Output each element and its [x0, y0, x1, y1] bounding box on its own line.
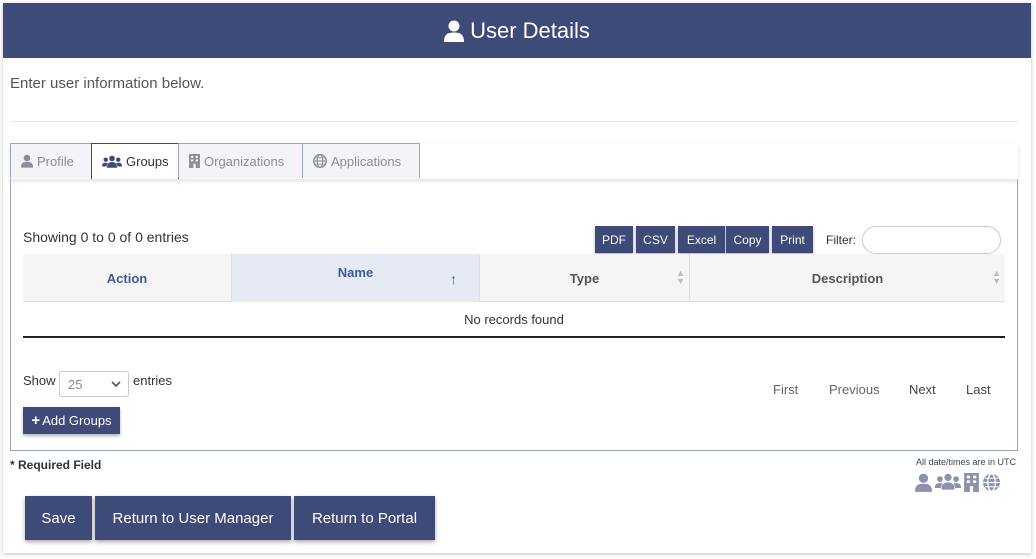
required-field-note: * Required Field: [10, 458, 102, 472]
column-header-description-label: Description: [811, 270, 884, 286]
user-icon: [915, 473, 932, 492]
page-size-select[interactable]: 25: [59, 371, 129, 397]
empty-row: No records found: [23, 302, 1005, 338]
pagination-first[interactable]: First: [773, 382, 798, 397]
page-header: User Details: [3, 3, 1031, 58]
entries-label: entries: [133, 373, 173, 388]
intro-text: Enter user information below.: [10, 75, 205, 92]
tab-applications-label: Applications: [331, 153, 402, 169]
sort-ascending-icon: ↑: [450, 271, 457, 287]
return-to-portal-button[interactable]: Return to Portal: [294, 496, 435, 540]
table-info: Showing 0 to 0 of 0 entries: [23, 229, 189, 245]
return-to-user-manager-button[interactable]: Return to User Manager: [95, 496, 291, 540]
tab-groups-label: Groups: [126, 154, 169, 169]
building-icon: [964, 473, 979, 492]
pagination-last[interactable]: Last: [966, 382, 991, 397]
tab-bar: Profile Groups Organizations Application…: [10, 143, 1018, 179]
tab-groups[interactable]: Groups: [91, 143, 179, 179]
column-header-name[interactable]: Name ↑: [232, 254, 480, 302]
divider: [10, 121, 1018, 122]
column-header-action[interactable]: Action: [23, 254, 232, 302]
column-header-type[interactable]: Type ▲ ▼: [480, 254, 690, 302]
column-header-name-label: Name: [337, 265, 374, 280]
sort-icon: ▲ ▼: [992, 268, 1001, 286]
users-icon: [935, 473, 961, 490]
show-label: Show: [23, 373, 56, 388]
tab-profile-label: Profile: [37, 153, 74, 169]
building-icon: [189, 154, 200, 168]
utc-note: All date/times are in UTC: [915, 457, 1016, 467]
tab-profile[interactable]: Profile: [10, 143, 92, 178]
add-groups-label: Add Groups: [42, 413, 112, 428]
add-groups-button[interactable]: + Add Groups: [23, 407, 120, 434]
tab-applications[interactable]: Applications: [302, 143, 420, 178]
globe-icon: [982, 473, 1001, 492]
empty-message: No records found: [464, 311, 564, 327]
groups-table: Action Name ↑ Type ▲ ▼ Description ▲ ▼ No …: [23, 254, 1005, 338]
page-title: User Details: [470, 17, 590, 43]
users-icon: [102, 155, 122, 168]
column-header-description[interactable]: Description ▲ ▼: [690, 254, 1005, 302]
column-header-type-label: Type: [569, 270, 600, 286]
pdf-button[interactable]: PDF: [595, 226, 633, 253]
pagination-next[interactable]: Next: [909, 382, 936, 397]
sort-icon: ▲ ▼: [676, 268, 685, 286]
globe-icon: [313, 154, 327, 168]
page-size-value: 25: [68, 376, 83, 392]
print-button[interactable]: Print: [772, 226, 813, 253]
pagination-previous[interactable]: Previous: [829, 382, 880, 397]
filter-input[interactable]: [862, 226, 1001, 254]
csv-button[interactable]: CSV: [636, 226, 675, 253]
legend-icons: [915, 473, 1001, 492]
user-icon: [444, 20, 465, 42]
tab-organizations-label: Organizations: [204, 153, 285, 169]
table-header: Action Name ↑ Type ▲ ▼ Description ▲ ▼: [23, 254, 1005, 302]
user-icon: [21, 154, 33, 168]
chevron-down-icon: [111, 381, 121, 388]
tab-organizations[interactable]: Organizations: [178, 143, 303, 178]
save-button[interactable]: Save: [25, 496, 92, 540]
excel-button[interactable]: Excel: [678, 226, 725, 253]
column-header-action-label: Action: [106, 270, 148, 286]
copy-button[interactable]: Copy: [726, 226, 769, 253]
plus-icon: +: [31, 412, 41, 429]
filter-label: Filter:: [826, 233, 856, 247]
